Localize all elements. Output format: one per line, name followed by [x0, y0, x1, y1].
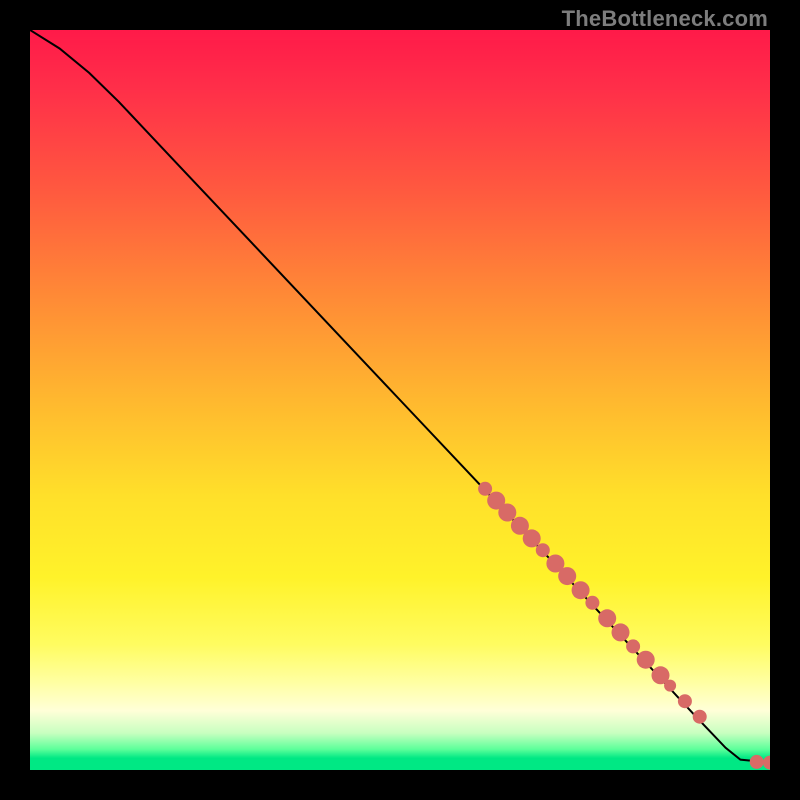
data-point — [536, 543, 550, 557]
data-point — [763, 756, 770, 770]
data-point — [598, 609, 616, 627]
data-point — [626, 639, 640, 653]
data-point — [478, 482, 492, 496]
data-point — [750, 755, 764, 769]
data-point — [572, 581, 590, 599]
data-point — [664, 680, 676, 692]
data-point — [637, 651, 655, 669]
attribution-text: TheBottleneck.com — [562, 6, 768, 32]
data-point — [523, 529, 541, 547]
data-point — [693, 710, 707, 724]
data-points-group — [478, 482, 770, 770]
data-point — [585, 596, 599, 610]
data-point — [612, 623, 630, 641]
data-point — [678, 694, 692, 708]
plot-area — [30, 30, 770, 770]
chart-stage: TheBottleneck.com — [0, 0, 800, 800]
data-point — [558, 567, 576, 585]
bottleneck-curve — [30, 30, 770, 763]
chart-overlay-svg — [30, 30, 770, 770]
data-point — [498, 504, 516, 522]
